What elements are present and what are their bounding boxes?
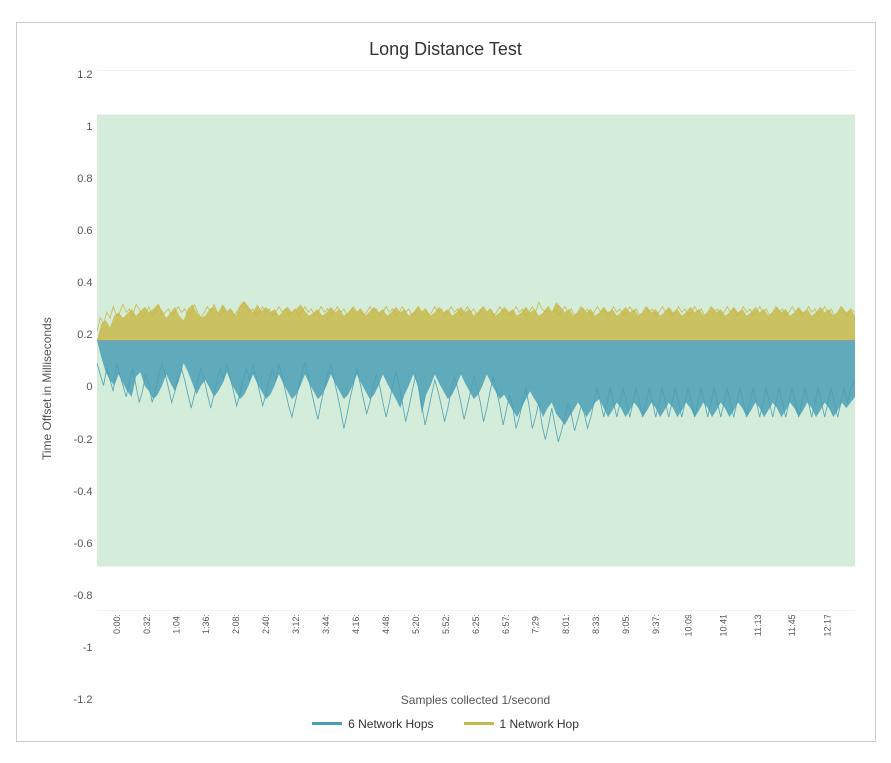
y-tick: 1.2 [77, 70, 92, 81]
main-chart-svg [97, 70, 855, 611]
chart-body: Time Offset in Milliseconds 1.2 1 0.8 0.6 0.… [37, 70, 855, 707]
y-axis-label: Time Offset in Milliseconds [37, 70, 57, 707]
y-tick: 0 [86, 382, 92, 393]
legend-item-blue: 6 Network Hops [312, 717, 433, 731]
y-axis-ticks: 1.2 1 0.8 0.6 0.4 0.2 0 -0.2 -0.4 -0.6 -0.8 -1 -1.2 [61, 70, 97, 707]
y-tick: -0.6 [74, 539, 93, 550]
chart-legend: 6 Network Hops 1 Network Hop [37, 717, 855, 731]
y-tick: -0.2 [74, 435, 93, 446]
chart-plot-area: 0:00:010:32:061:04:111:36:162:08:212:40:… [97, 70, 855, 707]
chart-title: Long Distance Test [37, 39, 855, 60]
y-tick: -1.2 [74, 695, 93, 706]
y-tick: 0.2 [77, 330, 92, 341]
x-axis-label: Samples collected 1/second [97, 693, 855, 707]
legend-line-yellow [464, 722, 494, 725]
legend-label-blue: 6 Network Hops [348, 717, 433, 731]
legend-item-yellow: 1 Network Hop [464, 717, 579, 731]
y-tick: 1 [86, 122, 92, 133]
y-tick: -0.4 [74, 487, 93, 498]
y-tick: -1 [83, 643, 93, 654]
x-axis-ticks: 0:00:010:32:061:04:111:36:162:08:212:40:… [97, 615, 855, 685]
chart-container: Long Distance Test Time Offset in Millis… [16, 22, 876, 742]
x-tick: 12:17:56 [822, 615, 854, 637]
y-tick: 0.4 [77, 278, 92, 289]
plot-svg-wrapper [97, 70, 855, 611]
y-tick: -0.8 [74, 591, 93, 602]
legend-line-blue [312, 722, 342, 725]
legend-label-yellow: 1 Network Hop [500, 717, 579, 731]
y-tick: 0.6 [77, 226, 92, 237]
y-tick: 0.8 [77, 174, 92, 185]
